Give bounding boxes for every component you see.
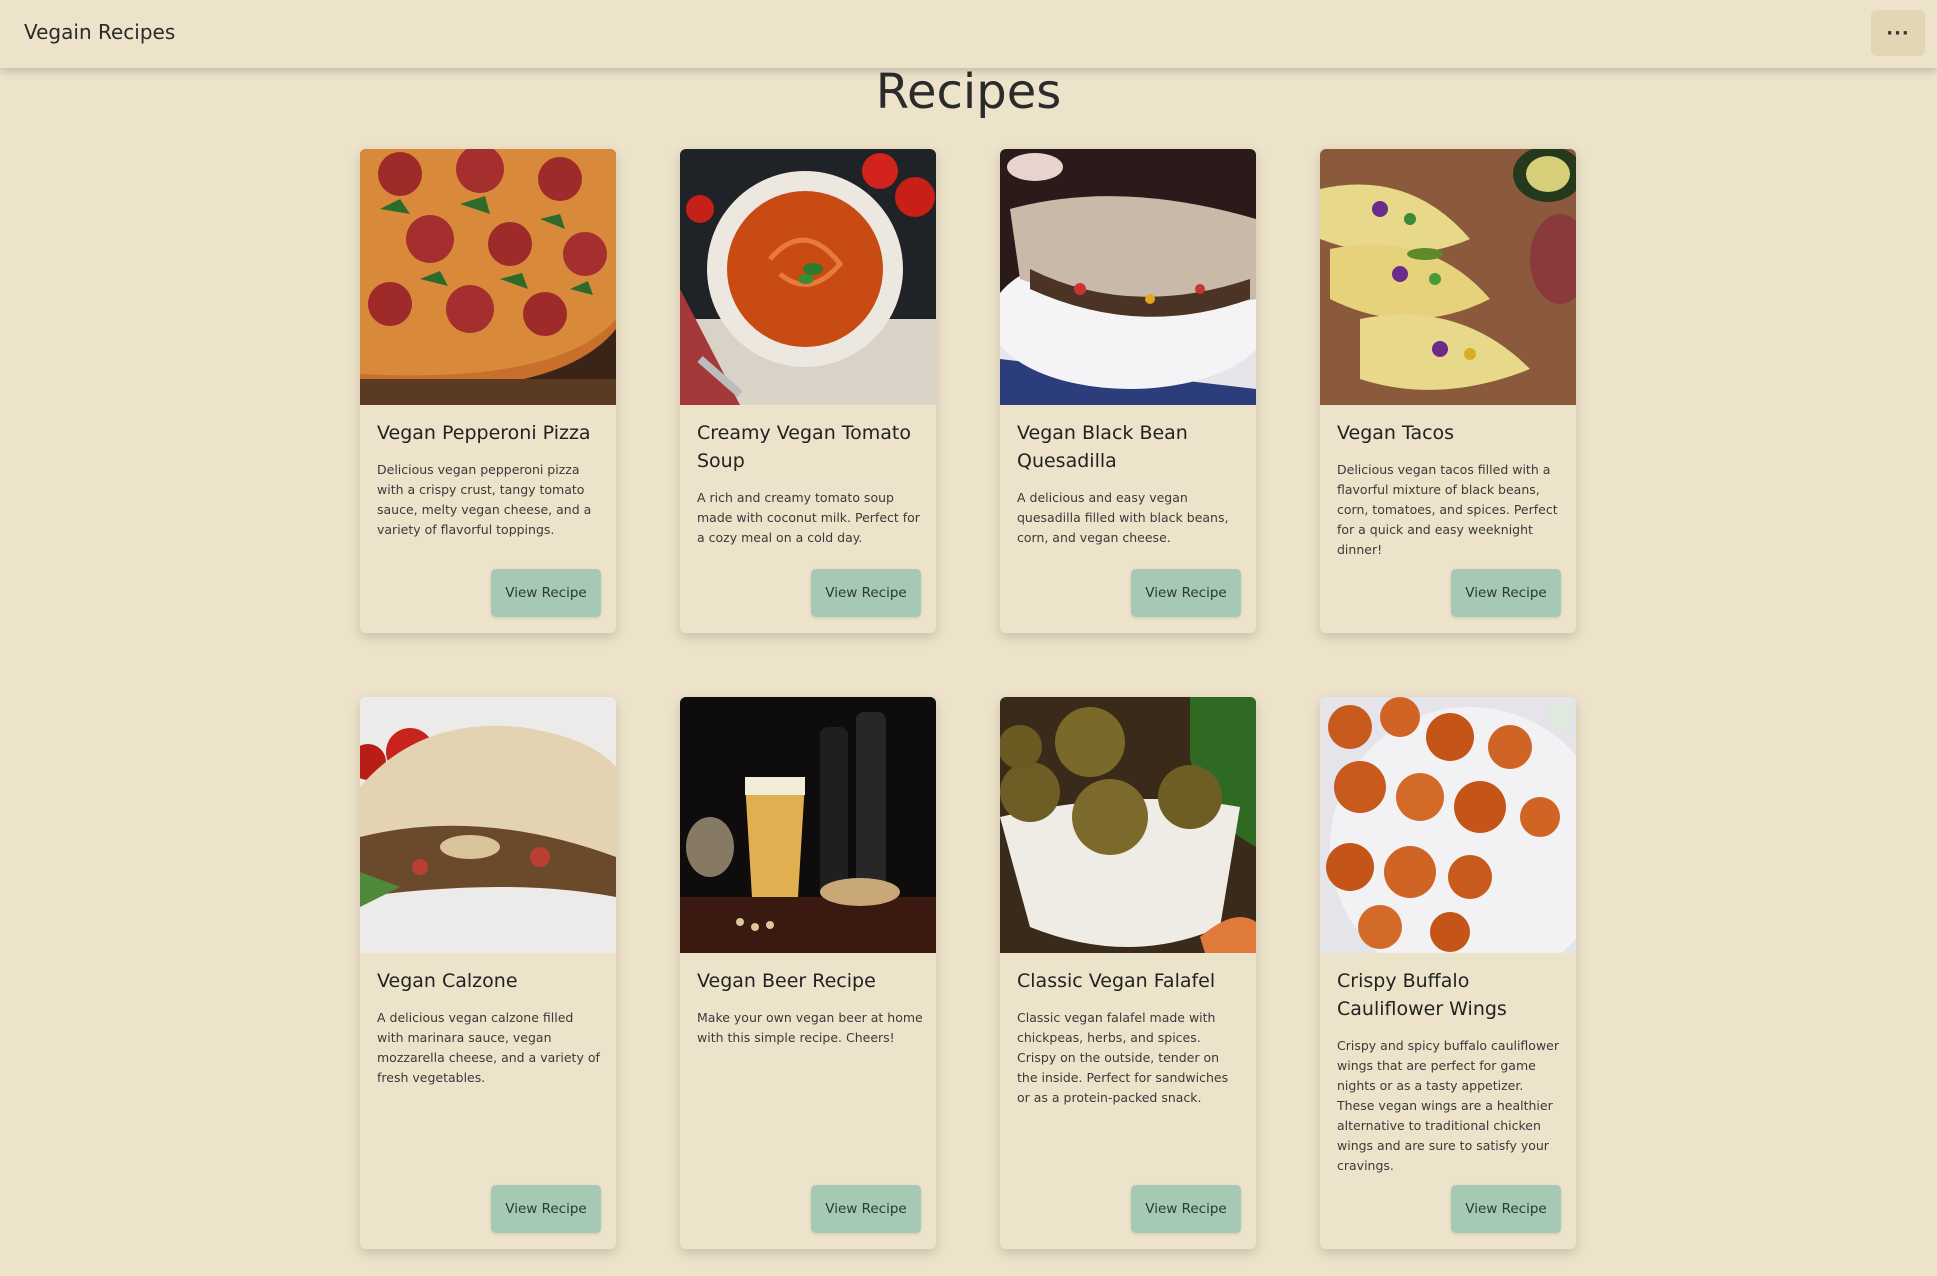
recipe-description: Make your own vegan beer at home with th…	[697, 1010, 923, 1045]
recipe-description: A delicious vegan calzone filled with ma…	[377, 1010, 600, 1085]
recipe-card: Crispy Buffalo Cauliflower Wings Crispy …	[1320, 697, 1576, 1249]
recipe-description: Delicious vegan tacos filled with a flav…	[1337, 462, 1558, 557]
view-recipe-button[interactable]: View Recipe	[1131, 1185, 1241, 1233]
recipe-title: Vegan Black Bean Quesadilla	[1017, 422, 1188, 472]
recipe-title: Vegan Tacos	[1337, 422, 1455, 444]
recipe-description: Delicious vegan pepperoni pizza with a c…	[377, 462, 592, 537]
recipe-card: Classic Vegan Falafel Classic vegan fala…	[1000, 697, 1256, 1249]
recipe-card: Vegan Tacos Delicious vegan tacos filled…	[1320, 149, 1576, 633]
view-recipe-button[interactable]: View Recipe	[1131, 569, 1241, 617]
recipe-card: Vegan Black Bean Quesadilla A delicious …	[1000, 149, 1256, 633]
recipe-description: A rich and creamy tomato soup made with …	[697, 490, 920, 545]
recipe-card: Vegan Beer Recipe Make your own vegan be…	[680, 697, 936, 1249]
view-recipe-button[interactable]: View Recipe	[811, 1185, 921, 1233]
view-recipe-button[interactable]: View Recipe	[1451, 1185, 1561, 1233]
recipe-title: Crispy Buffalo Cauliflower Wings	[1337, 970, 1507, 1020]
view-recipe-button[interactable]: View Recipe	[811, 569, 921, 617]
recipe-title: Vegan Pepperoni Pizza	[377, 422, 591, 444]
recipe-description: A delicious and easy vegan quesadilla fi…	[1017, 490, 1229, 545]
quesadilla-photo	[1000, 149, 1256, 405]
recipe-description: Classic vegan falafel made with chickpea…	[1017, 1010, 1229, 1105]
view-recipe-button[interactable]: View Recipe	[1451, 569, 1561, 617]
pizza-photo	[360, 149, 616, 405]
recipe-title: Classic Vegan Falafel	[1017, 970, 1216, 992]
top-navbar: Vegain Recipes ···	[0, 0, 1937, 68]
more-menu-button[interactable]: ···	[1871, 10, 1925, 56]
falafel-photo	[1000, 697, 1256, 953]
recipe-card: Vegan Calzone A delicious vegan calzone …	[360, 697, 616, 1249]
beer-photo	[680, 697, 936, 953]
tacos-photo	[1320, 149, 1576, 405]
more-dots-icon: ···	[1886, 22, 1910, 44]
view-recipe-button[interactable]: View Recipe	[491, 1185, 601, 1233]
recipe-description: Crispy and spicy buffalo cauliflower win…	[1337, 1038, 1560, 1173]
recipe-title: Vegan Beer Recipe	[697, 970, 876, 992]
recipe-grid: Vegan Pepperoni Pizza Delicious vegan pe…	[0, 0, 1937, 1276]
recipe-card: Creamy Vegan Tomato Soup A rich and crea…	[680, 149, 936, 633]
recipe-title: Vegan Calzone	[377, 970, 518, 992]
cauliflower-wings-photo	[1320, 697, 1576, 953]
calzone-photo	[360, 697, 616, 953]
brand-title[interactable]: Vegain Recipes	[24, 20, 175, 44]
tomato-soup-photo	[680, 149, 936, 405]
recipe-title: Creamy Vegan Tomato Soup	[697, 422, 912, 472]
view-recipe-button[interactable]: View Recipe	[491, 569, 601, 617]
recipe-card: Vegan Pepperoni Pizza Delicious vegan pe…	[360, 149, 616, 633]
